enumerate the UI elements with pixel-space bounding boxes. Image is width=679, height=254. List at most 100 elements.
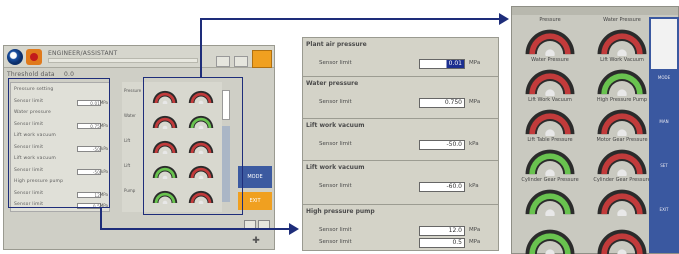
home-button[interactable] — [252, 50, 272, 68]
gauge-dial-icon — [597, 69, 647, 99]
section-heading: High pressure pump — [306, 208, 375, 215]
gauge-cell[interactable]: Lift Work Vacuum — [516, 97, 584, 139]
gauge-dial — [592, 224, 652, 254]
gauge-cell[interactable]: High Pressure Pump — [588, 97, 656, 139]
gauge-dial — [592, 64, 652, 99]
main-title-bar: ENGINEER/ASSISTANT — [4, 46, 274, 68]
gauge-label: Pressure — [539, 17, 561, 23]
gauge-dial-icon — [525, 229, 575, 254]
sensor-limit-label: Sensor limit — [319, 227, 352, 233]
sensor-limit-input[interactable]: 0.750 — [419, 98, 465, 108]
gauge-label: Motor Gear Pressure — [596, 137, 648, 143]
connector-line — [200, 18, 500, 20]
gauge-label: Cylinder Gear Pressure — [521, 177, 579, 183]
sensor-limit-input[interactable]: -50.0 — [419, 140, 465, 150]
gauge-side-button[interactable]: MAN — [651, 119, 677, 124]
gauge-label: Water Pressure — [603, 17, 641, 23]
gauge-dial-icon — [525, 189, 575, 219]
gauge-cell[interactable]: Water Pressure — [516, 57, 584, 99]
gauge-dial-icon — [597, 29, 647, 59]
gauge-dial-icon — [525, 29, 575, 59]
mode-button[interactable]: MODE — [238, 166, 272, 188]
sensor-limit-unit: MPa — [469, 239, 481, 245]
title-progress-bar — [48, 58, 198, 63]
gauge-cell[interactable]: Water Pressure — [588, 17, 656, 59]
sensor-limit-label: Sensor limit — [319, 141, 352, 147]
gauge-dial — [520, 104, 580, 139]
gauge-dial-icon — [597, 229, 647, 254]
gauge-dial-icon — [597, 109, 647, 139]
navigation-pad-icon[interactable]: ✚ — [242, 232, 270, 250]
section-divider — [303, 76, 498, 77]
sensor-limit-unit: MPa — [469, 227, 481, 233]
gauge-side-display — [651, 19, 677, 69]
highlight-box-threshold-list — [8, 78, 110, 208]
connector-line — [100, 207, 102, 229]
gauge-dial — [592, 104, 652, 139]
sensor-limit-unit: kPa — [469, 141, 479, 147]
gauge-cell[interactable]: Lift Work Vacuum — [588, 57, 656, 99]
gauge-dial — [520, 224, 580, 254]
gauge-side-button[interactable]: MODE — [651, 75, 677, 80]
section-divider — [303, 204, 498, 205]
connector-line — [200, 19, 202, 77]
gauge-side-button[interactable]: EXIT — [651, 207, 677, 212]
pressure-settings-panel: Plant air pressure Sensor limit 0.01 MPa Wat… — [302, 37, 499, 251]
sensor-limit-unit: MPa — [469, 60, 481, 66]
section-heading: Water pressure — [306, 80, 359, 87]
gauge-label: Lift Work Vacuum — [600, 57, 644, 63]
section-heading: Lift work vacuum — [306, 122, 365, 129]
company-logo-icon — [7, 49, 23, 65]
gauge-label: High Pressure Pump — [596, 97, 648, 103]
exit-button[interactable]: EXIT — [238, 192, 272, 210]
gauge-label: Lift Work Vacuum — [528, 97, 572, 103]
gauge-dial — [592, 144, 652, 179]
screen-subtitle: Threshold data — [7, 71, 55, 78]
sensor-limit-label: Sensor limit — [319, 239, 352, 245]
gauge-dial — [520, 144, 580, 179]
gauge-dial — [520, 24, 580, 59]
gauge-cell[interactable]: Lift Table Pressure — [516, 137, 584, 179]
gauge-dial-icon — [525, 109, 575, 139]
gauge-label: Lift Table Pressure — [527, 137, 573, 143]
gauge-label: Water Pressure — [531, 57, 569, 63]
window-button-2[interactable] — [234, 56, 248, 67]
connector-arrowhead-icon — [499, 13, 509, 25]
gauge-label: Cylinder Gear Pressure — [593, 177, 651, 183]
sensor-limit-input[interactable]: 12.0 — [419, 226, 465, 236]
gauge-cell[interactable] — [516, 217, 584, 254]
sensor-limit-unit: MPa — [469, 99, 481, 105]
figure-stage: ENGINEER/ASSISTANT Threshold data 0.0 Pr… — [0, 0, 679, 254]
section-heading: Plant air pressure — [306, 41, 367, 48]
gauge-cell[interactable]: Pressure — [516, 17, 584, 59]
highlight-box-gauge-grid — [143, 77, 243, 215]
window-button-1[interactable] — [216, 56, 230, 67]
section-divider — [303, 160, 498, 161]
gauge-cell[interactable]: Cylinder Gear Pressure — [588, 177, 656, 219]
gauge-dial — [520, 184, 580, 219]
section-divider — [303, 118, 498, 119]
gauge-cell[interactable] — [588, 217, 656, 254]
sensor-limit-input[interactable]: 0.5 — [419, 238, 465, 248]
sensor-limit-label: Sensor limit — [319, 183, 352, 189]
gauge-cell[interactable]: Cylinder Gear Pressure — [516, 177, 584, 219]
gauge-dial-icon — [525, 69, 575, 99]
gauge-side-button[interactable]: SET — [651, 163, 677, 168]
connector-line — [100, 228, 290, 230]
section-heading: Lift work vacuum — [306, 164, 365, 171]
sensor-limit-input[interactable]: 0.01 — [419, 59, 465, 69]
gauge-dial — [592, 184, 652, 219]
alarm-icon[interactable] — [26, 49, 42, 65]
gauge-dial — [592, 24, 652, 59]
gauge-dial — [520, 64, 580, 99]
sensor-limit-label: Sensor limit — [319, 60, 352, 66]
gauge-overview-panel: Pressure Water Pressure Water Pressure Lift… — [511, 6, 679, 254]
gauge-cell[interactable]: Motor Gear Pressure — [588, 137, 656, 179]
gauge-dial-icon — [597, 189, 647, 219]
screen-title: ENGINEER/ASSISTANT — [48, 50, 118, 57]
gauge-dial-icon — [597, 149, 647, 179]
sensor-limit-unit: kPa — [469, 183, 479, 189]
connector-arrowhead-icon — [289, 223, 299, 235]
gauge-dial-icon — [525, 149, 575, 179]
sensor-limit-input[interactable]: -60.0 — [419, 182, 465, 192]
